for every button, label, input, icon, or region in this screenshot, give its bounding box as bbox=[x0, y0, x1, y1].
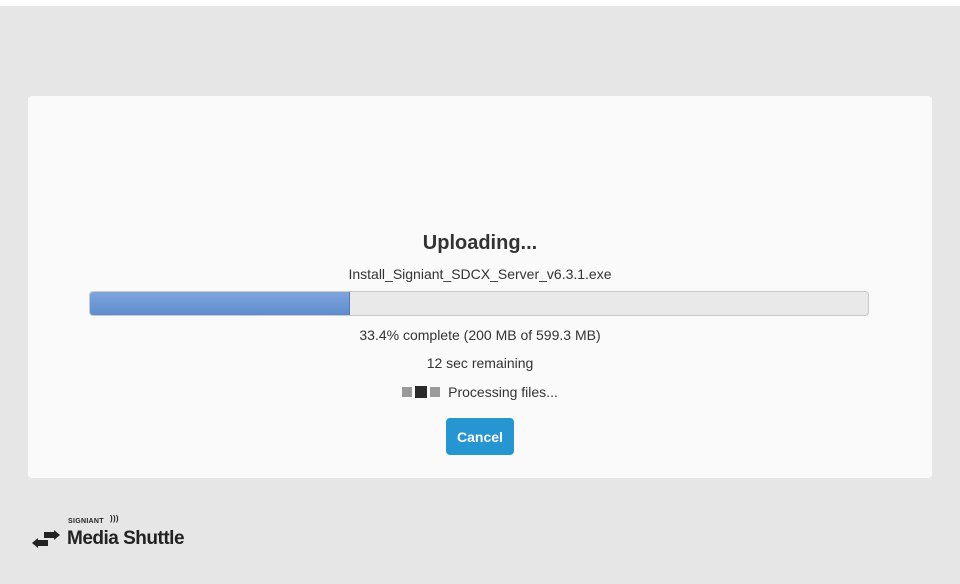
progress-status: 33.4% complete (200 MB of 599.3 MB) bbox=[359, 327, 601, 343]
cancel-button[interactable]: Cancel bbox=[446, 418, 514, 455]
swap-arrows-icon bbox=[32, 530, 60, 548]
time-remaining: 12 sec remaining bbox=[426, 355, 534, 371]
spinner-block bbox=[402, 387, 413, 397]
spinner-block bbox=[430, 387, 441, 397]
brand-company-text: SIGNIANT bbox=[68, 518, 104, 525]
brand-product: Media Shuttle bbox=[67, 528, 185, 549]
spinner-block-active bbox=[415, 386, 428, 398]
brand-logo: SIGNIANT ))) Media Shuttle bbox=[32, 514, 192, 556]
progress-bar bbox=[89, 291, 869, 316]
file-name: Install_Signiant_SDCX_Server_v6.3.1.exe bbox=[348, 266, 612, 282]
processing-label: Processing files... bbox=[448, 384, 558, 400]
upload-title: Uploading... bbox=[422, 232, 538, 254]
loading-spinner-icon bbox=[402, 386, 441, 398]
top-strip bbox=[0, 0, 960, 6]
brand-company: SIGNIANT ))) bbox=[68, 514, 119, 525]
progress-bar-fill bbox=[90, 292, 350, 315]
processing-indicator: Processing files... bbox=[0, 382, 960, 402]
signal-waves-icon: ))) bbox=[110, 514, 119, 523]
